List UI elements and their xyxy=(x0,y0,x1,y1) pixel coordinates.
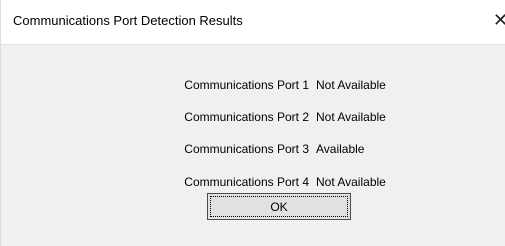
port-label: Communications Port 1 xyxy=(184,78,309,92)
window-title: Communications Port Detection Results xyxy=(13,13,243,28)
close-icon[interactable]: ✕ xyxy=(493,9,505,31)
ok-button[interactable]: OK xyxy=(207,193,351,220)
ok-button-label: OK xyxy=(210,196,348,217)
port-row: Communications Port 4 Not Available xyxy=(1,175,505,191)
port-status: Not Available xyxy=(316,110,386,124)
dialog-window: Communications Port Detection Results ✕ … xyxy=(0,0,505,246)
port-row: Communications Port 3 Available xyxy=(1,142,505,158)
port-status: Not Available xyxy=(316,175,386,189)
title-bar: Communications Port Detection Results ✕ xyxy=(1,0,505,45)
port-label: Communications Port 3 xyxy=(184,142,309,156)
port-label: Communications Port 2 xyxy=(184,110,309,124)
port-label: Communications Port 4 xyxy=(184,175,309,189)
port-row: Communications Port 2 Not Available xyxy=(1,110,505,126)
port-status: Available xyxy=(316,142,365,156)
port-status: Not Available xyxy=(316,78,386,92)
port-row: Communications Port 1 Not Available xyxy=(1,78,505,94)
